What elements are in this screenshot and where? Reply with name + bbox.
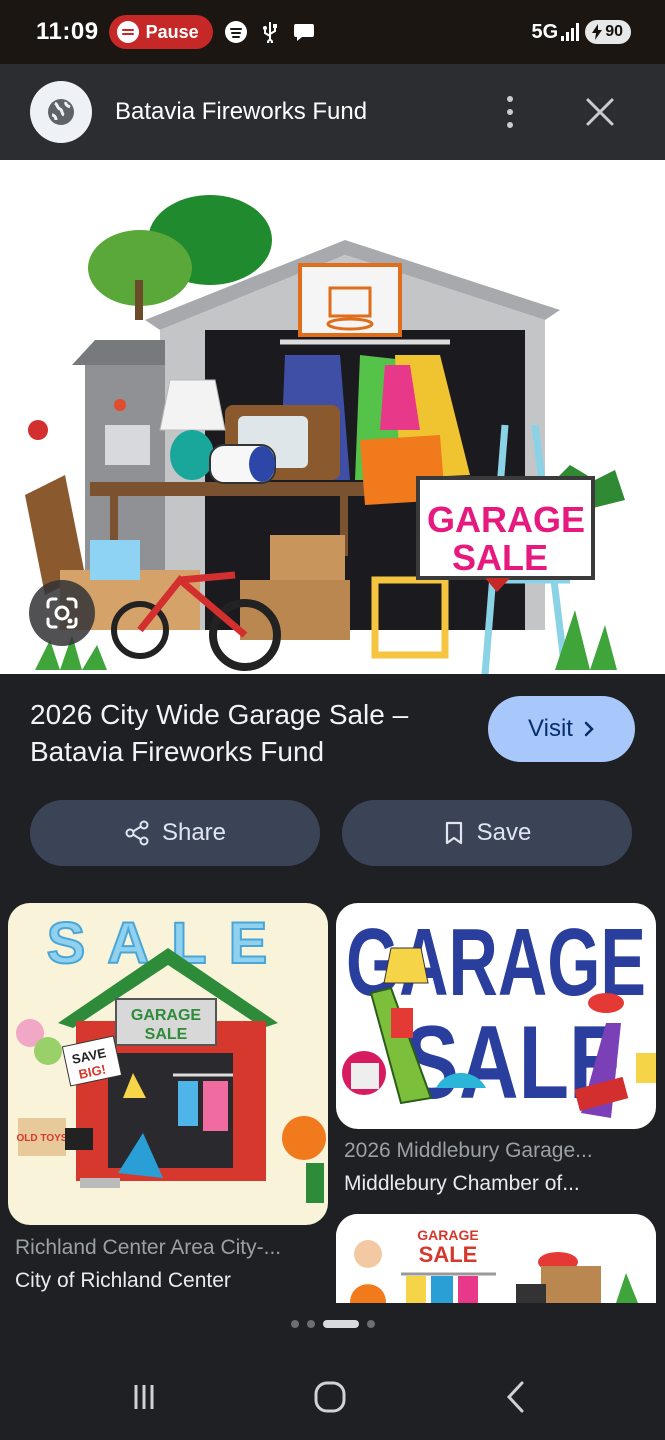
signal-icon: [561, 23, 580, 41]
related-image-richland[interactable]: SALE GARAGE SALE SAVE BIG! OLD TOYS: [8, 903, 328, 1225]
pagination-dots: [0, 1320, 665, 1328]
save-button[interactable]: Save: [342, 800, 632, 866]
site-title[interactable]: Batavia Fireworks Fund: [115, 98, 367, 126]
hero-sign-line2: SALE: [452, 537, 548, 578]
art-line1: GARAGE: [417, 1227, 478, 1243]
home-icon[interactable]: [308, 1375, 352, 1419]
share-button[interactable]: Share: [30, 800, 320, 866]
battery-level: 90: [605, 23, 623, 40]
visit-button[interactable]: Visit: [488, 696, 635, 762]
spotify-icon: [224, 21, 247, 43]
save-label: Save: [476, 819, 532, 846]
chat-icon: [293, 21, 315, 43]
related-title[interactable]: Richland Center Area City-...: [15, 1236, 281, 1260]
page-dot[interactable]: [306, 1320, 315, 1328]
page-dot[interactable]: [366, 1320, 375, 1328]
status-bar: 11:09 Pause 5G 90: [0, 0, 665, 64]
related-image-middlebury[interactable]: GARAGE SALE: [336, 903, 656, 1129]
related-source[interactable]: Middlebury Chamber of...: [344, 1172, 580, 1196]
related-image-third[interactable]: GARAGE SALE: [336, 1214, 656, 1303]
page-dot[interactable]: [290, 1320, 299, 1328]
page-dot-active[interactable]: [322, 1320, 359, 1328]
art-top-text: SALE: [47, 911, 290, 976]
art-sign2: SALE: [145, 1026, 188, 1043]
google-lens-icon[interactable]: [29, 580, 95, 646]
globe-icon[interactable]: [30, 81, 92, 143]
related-title[interactable]: 2026 Middlebury Garage...: [344, 1139, 593, 1163]
garage-sale-illustration: GARAGE SALE: [25, 195, 625, 674]
viewer-header: Batavia Fireworks Fund: [0, 64, 665, 160]
spotify-icon: [116, 21, 139, 43]
usb-icon: [259, 21, 281, 43]
hero-image[interactable]: GARAGE SALE: [0, 160, 665, 674]
share-label: Share: [161, 819, 227, 846]
close-icon[interactable]: [582, 94, 618, 130]
hero-sign-line1: GARAGE: [427, 499, 585, 540]
bookmark-icon: [445, 821, 462, 845]
network-type: 5G: [531, 20, 559, 43]
visit-label: Visit: [528, 715, 573, 742]
chevron-right-icon: [584, 721, 594, 737]
pause-label: Pause: [145, 21, 199, 42]
result-title[interactable]: 2026 City Wide Garage Sale – Batavia Fir…: [30, 696, 470, 770]
art-line2: SALE: [419, 1242, 478, 1267]
art-box: OLD TOYS: [17, 1133, 68, 1144]
status-time: 11:09: [36, 18, 99, 45]
art-sign1: GARAGE: [131, 1007, 202, 1024]
battery-icon: 90: [585, 20, 631, 44]
recent-apps-icon[interactable]: [122, 1375, 166, 1419]
more-vert-icon[interactable]: [496, 92, 524, 132]
system-nav-bar: [0, 1355, 665, 1440]
share-icon: [125, 820, 149, 846]
back-icon[interactable]: [494, 1375, 538, 1419]
spotify-pause-chip[interactable]: Pause: [108, 15, 213, 49]
related-source[interactable]: City of Richland Center: [15, 1269, 231, 1293]
